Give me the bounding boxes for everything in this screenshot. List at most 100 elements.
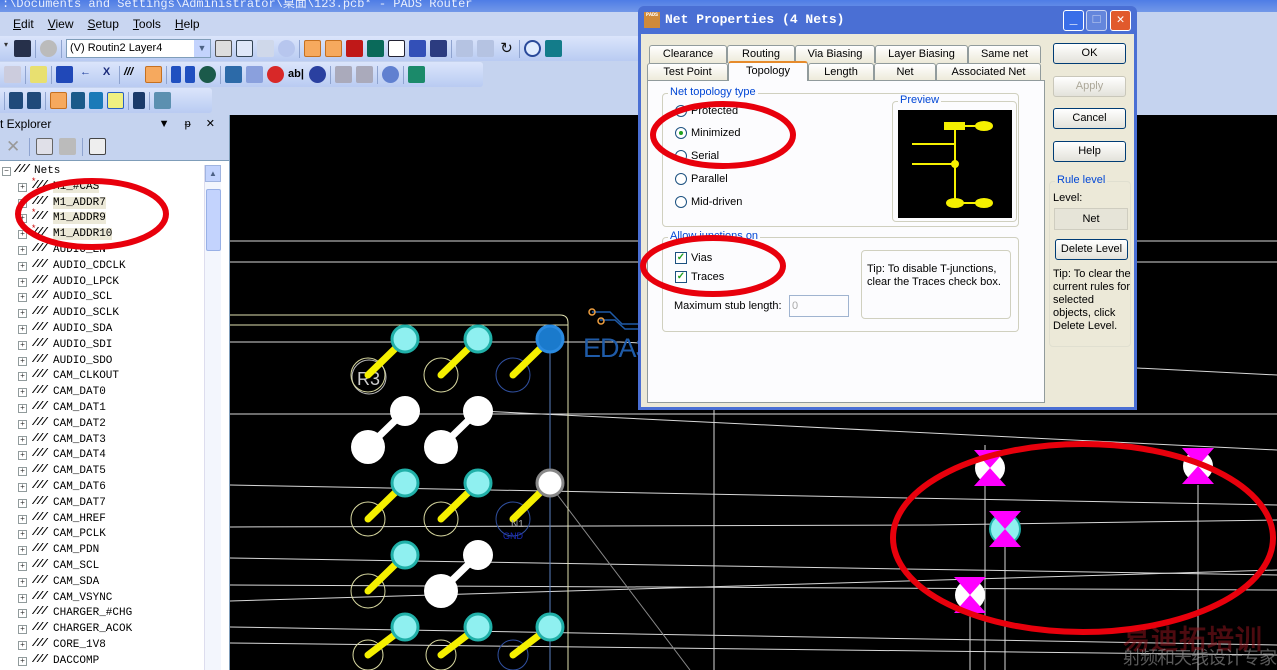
expand-icon[interactable]: + (18, 293, 27, 303)
close-button[interactable]: ✕ (1110, 10, 1131, 31)
collapse-icon[interactable]: − (2, 167, 11, 176)
no-route-icon[interactable] (267, 66, 284, 83)
brush-icon[interactable] (257, 40, 274, 57)
chevron-down-icon[interactable]: ▼ (194, 40, 210, 57)
tree-item-net[interactable]: + /// AUDIO_SDO (0, 353, 206, 369)
menu-view[interactable]: View (48, 17, 74, 31)
chip-icon[interactable] (107, 92, 124, 109)
cancel-button[interactable]: Cancel (1053, 108, 1126, 129)
via-icon[interactable] (199, 66, 216, 83)
tree-item-net[interactable]: + /// DACCOMP (0, 653, 206, 669)
help-button[interactable]: Help (1053, 141, 1126, 162)
expand-icon[interactable]: + (18, 577, 27, 587)
expand-icon[interactable]: + (18, 356, 27, 366)
tree-item-net[interactable]: + /// CAM_CLKOUT (0, 368, 206, 384)
verify-icon[interactable] (30, 66, 47, 83)
expand-icon[interactable]: + (18, 198, 27, 208)
expand-icon[interactable]: + (18, 640, 27, 650)
refresh-icon[interactable] (278, 40, 295, 57)
vias-checkbox[interactable]: ✓ Vias (675, 252, 712, 264)
expand-icon[interactable]: + (18, 214, 27, 224)
interactive-route-icon[interactable] (171, 66, 181, 83)
ok-button[interactable]: OK (1053, 43, 1126, 64)
expand-icon[interactable]: + (18, 625, 27, 635)
sync-icon[interactable] (382, 66, 399, 83)
layers-icon[interactable] (225, 66, 242, 83)
zoom-icon[interactable] (524, 40, 541, 57)
layer-select[interactable]: (V) Routin2 Layer4 ▼ (66, 39, 211, 58)
expand-icon[interactable]: + (18, 546, 27, 556)
hourglass-icon[interactable]: X (98, 66, 115, 83)
expand-icon[interactable]: + (18, 403, 27, 413)
menu-edit[interactable]: Edit (13, 17, 34, 31)
diagonal-route-icon[interactable] (185, 66, 195, 83)
tree-item-net[interactable]: + /// AUDIO_SDA (0, 321, 206, 337)
tree-item-net[interactable]: + /// AUDIO_EN (0, 242, 206, 258)
tree-item-net[interactable]: + /// CHARGER_#CHG (0, 605, 206, 621)
tab-net[interactable]: Net (874, 63, 936, 81)
paste-icon[interactable] (59, 138, 76, 155)
tree-item-net[interactable]: + /// CAM_DAT4 (0, 447, 206, 463)
expand-icon[interactable]: + (18, 482, 27, 492)
expand-icon[interactable]: + (18, 261, 27, 271)
redraw-icon[interactable]: ↻ (498, 40, 515, 57)
delete-level-button[interactable]: Delete Level (1055, 239, 1128, 260)
tree-item-net[interactable]: + /// AUDIO_SCL (0, 289, 206, 305)
explorer-scrollbar[interactable]: ▲ (204, 165, 221, 670)
traces-checkbox[interactable]: ✓ Traces (675, 271, 724, 283)
tab-clearance[interactable]: Clearance (649, 45, 727, 63)
tab-topology[interactable]: Topology (728, 61, 808, 81)
tree-item-net[interactable]: + /// CAM_SDA (0, 574, 206, 590)
expand-icon[interactable]: + (18, 593, 27, 603)
ungroup-icon[interactable] (356, 66, 373, 83)
redo-icon[interactable] (477, 40, 494, 57)
select-filter-icon[interactable] (304, 40, 321, 57)
minimize-button[interactable]: _ (1063, 10, 1084, 31)
radio-serial[interactable]: Serial (675, 150, 719, 162)
expand-icon[interactable]: + (18, 309, 27, 319)
expand-icon[interactable]: + (18, 340, 27, 350)
tree-item-net[interactable]: + /// CAM_DAT6 (0, 479, 206, 495)
menu-setup[interactable]: Setup (88, 17, 119, 31)
apply-button[interactable]: Apply (1053, 76, 1126, 97)
component-icon[interactable] (367, 40, 384, 57)
split-icon[interactable] (71, 92, 85, 109)
expand-icon[interactable]: + (18, 372, 27, 382)
table-icon[interactable] (154, 92, 171, 109)
tree-item-net[interactable]: + /// AUDIO_CDCLK (0, 258, 206, 274)
tree-item-net[interactable]: + /// CAM_SCL (0, 558, 206, 574)
tree-item-net[interactable]: + /// AUDIO_SDI (0, 337, 206, 353)
fanout-icon[interactable] (246, 66, 263, 83)
save-icon[interactable] (14, 40, 31, 57)
expand-icon[interactable]: + (18, 656, 27, 666)
expand-icon[interactable]: + (18, 245, 27, 255)
scroll-up-icon[interactable]: ▲ (205, 165, 221, 182)
dropdown-arrow-icon[interactable]: ▾ (4, 40, 10, 57)
layer-stack-icon[interactable] (408, 66, 425, 83)
length-match-icon[interactable] (50, 92, 67, 109)
pause-icon[interactable] (346, 40, 363, 57)
tab-layer-biasing[interactable]: Layer Biasing (875, 45, 968, 63)
expand-icon[interactable]: + (18, 467, 27, 477)
tree-item-net[interactable]: + /// CAM_HREF (0, 511, 206, 527)
pin-icon[interactable] (309, 66, 326, 83)
swap-icon[interactable] (89, 92, 103, 109)
radio-parallel[interactable]: Parallel (675, 173, 728, 185)
expand-icon[interactable]: + (18, 514, 27, 524)
tree-item-net[interactable]: + /// CAM_DAT3 (0, 432, 206, 448)
list-settings-icon[interactable] (27, 92, 41, 109)
tree-item-net[interactable]: + /// CORE_1V8 (0, 637, 206, 653)
list-icon[interactable] (236, 40, 253, 57)
tab-length[interactable]: Length (808, 63, 874, 81)
properties-icon[interactable] (89, 138, 106, 155)
arrow-left-icon[interactable]: ← (77, 66, 94, 83)
expand-icon[interactable]: + (18, 451, 27, 461)
tree-item-net[interactable]: + /// CAM_PCLK (0, 526, 206, 542)
autoroute-icon[interactable] (56, 66, 73, 83)
tree-item-net[interactable]: + /// CAM_DAT2 (0, 416, 206, 432)
tab-test-point[interactable]: Test Point (647, 63, 728, 81)
nets-bundle-icon[interactable]: /// (124, 66, 141, 83)
route-icon[interactable] (145, 66, 162, 83)
measure-icon[interactable] (133, 92, 145, 109)
tab-via-biasing[interactable]: Via Biasing (795, 45, 875, 63)
